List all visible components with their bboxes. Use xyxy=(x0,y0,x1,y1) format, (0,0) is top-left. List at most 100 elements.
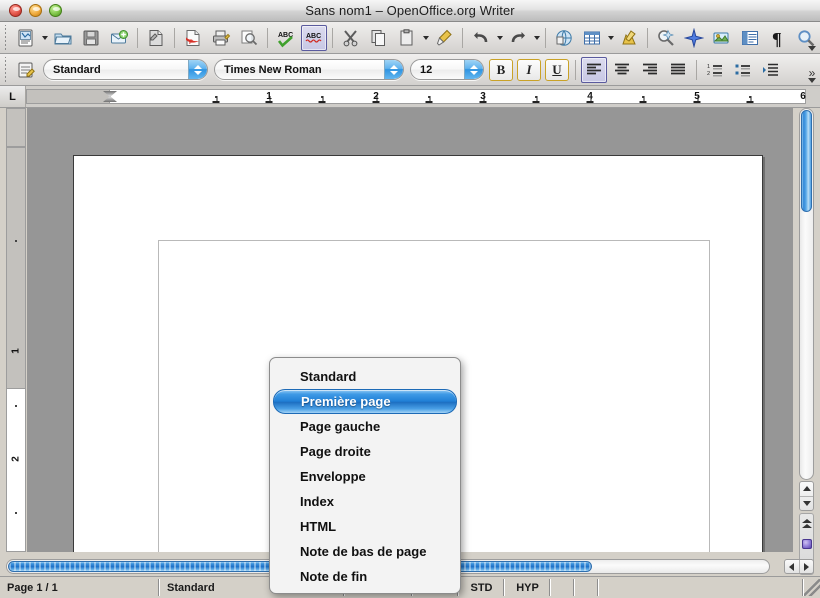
tab-stop-marker[interactable] xyxy=(425,96,433,103)
menu-item-html[interactable]: HTML xyxy=(270,514,460,539)
autospellcheck-icon[interactable]: ABC xyxy=(301,24,327,51)
edit-file-icon[interactable] xyxy=(143,25,169,51)
spellcheck-icon[interactable]: ABC xyxy=(273,25,299,51)
menu-item-note-de-bas-de-page[interactable]: Note de bas de page xyxy=(270,539,460,564)
horizontal-ruler[interactable]: L 1 2 3 4 5 6 xyxy=(0,86,820,108)
scroll-down-button[interactable] xyxy=(800,495,813,511)
paragraph-styles-icon[interactable] xyxy=(13,57,39,83)
export-pdf-icon[interactable]: P xyxy=(180,25,206,51)
status-page-number[interactable]: Page 1 / 1 xyxy=(0,579,160,596)
scroll-left-button[interactable] xyxy=(785,560,799,573)
tab-stop-marker[interactable] xyxy=(639,96,647,103)
navigation-target-icon[interactable] xyxy=(801,538,812,549)
navigator-icon[interactable] xyxy=(681,25,707,51)
formatting-marks-icon[interactable]: ¶ xyxy=(765,25,791,51)
redo-dropdown-caret[interactable] xyxy=(532,25,541,51)
toolbar-drag-handle[interactable] xyxy=(1,24,10,51)
paste-icon[interactable] xyxy=(394,25,420,51)
new-document-icon[interactable] xyxy=(13,25,39,51)
hyperlink-icon[interactable] xyxy=(551,25,577,51)
status-modified-indicator[interactable] xyxy=(551,579,575,596)
tab-stop-marker[interactable] xyxy=(212,96,220,103)
scroll-up-button[interactable] xyxy=(800,482,813,496)
status-selection-mode[interactable]: STD xyxy=(459,579,505,596)
formatting-toolbar-overflow-button[interactable]: » xyxy=(806,57,818,83)
tab-stop-marker[interactable] xyxy=(372,96,380,103)
toolbar-separator xyxy=(545,27,546,48)
svg-text:ABC: ABC xyxy=(306,33,321,40)
print-preview-icon[interactable] xyxy=(236,25,262,51)
tab-stop-selector[interactable]: L xyxy=(0,86,26,107)
show-draw-functions-icon[interactable] xyxy=(616,25,642,51)
font-name-spinner[interactable] xyxy=(384,60,403,79)
align-justify-icon[interactable] xyxy=(665,57,691,83)
tab-stop-marker[interactable] xyxy=(586,96,594,103)
vertical-scrollbar[interactable] xyxy=(799,108,814,480)
svg-text:P: P xyxy=(189,40,193,46)
paragraph-style-spinner[interactable] xyxy=(188,60,207,79)
menu-item-page-gauche[interactable]: Page gauche xyxy=(270,414,460,439)
ordered-list-icon[interactable]: 1 2 xyxy=(702,57,728,83)
vertical-scroll-arrows[interactable] xyxy=(799,481,814,511)
window-resize-grip[interactable] xyxy=(804,579,820,596)
left-margin-zone xyxy=(27,90,110,103)
previous-page-icon[interactable] xyxy=(801,518,812,530)
find-replace-icon[interactable] xyxy=(653,25,679,51)
tab-stop-marker[interactable] xyxy=(746,96,754,103)
data-sources-icon[interactable] xyxy=(737,25,763,51)
paste-dropdown-caret[interactable] xyxy=(421,25,430,51)
copy-icon[interactable] xyxy=(366,25,392,51)
horizontal-scroll-arrows[interactable] xyxy=(784,559,814,574)
status-signature-indicator[interactable] xyxy=(575,579,599,596)
menu-item-note-de-fin[interactable]: Note de fin xyxy=(270,564,460,589)
standard-toolbar-overflow-button[interactable] xyxy=(806,25,818,51)
increase-indent-icon[interactable] xyxy=(758,57,784,83)
undo-dropdown-caret[interactable] xyxy=(495,25,504,51)
table-dropdown-caret[interactable] xyxy=(606,25,615,51)
tab-stop-marker[interactable] xyxy=(693,96,701,103)
cut-icon[interactable] xyxy=(338,25,364,51)
status-hyperlink-mode[interactable]: HYP xyxy=(505,579,551,596)
toolbar-separator xyxy=(332,27,333,48)
save-icon[interactable] xyxy=(78,25,104,51)
align-center-icon[interactable] xyxy=(609,57,635,83)
tab-stop-marker[interactable] xyxy=(318,96,326,103)
paragraph-style-combobox[interactable]: Standard xyxy=(43,59,208,80)
menu-item-enveloppe[interactable]: Enveloppe xyxy=(270,464,460,489)
tab-stop-marker[interactable] xyxy=(479,96,487,103)
open-folder-icon[interactable] xyxy=(50,25,76,51)
menu-item-premiere-page[interactable]: Première page xyxy=(273,389,457,414)
menu-item-index[interactable]: Index xyxy=(270,489,460,514)
email-document-icon[interactable] xyxy=(106,25,132,51)
status-info-area xyxy=(599,579,804,596)
vertical-scrollbar-thumb[interactable] xyxy=(801,110,812,212)
new-document-dropdown-caret[interactable] xyxy=(40,25,49,51)
bold-button[interactable]: B xyxy=(489,58,513,81)
toolbar-separator xyxy=(575,59,576,80)
font-size-combobox[interactable]: 12 xyxy=(410,59,484,80)
menu-item-standard[interactable]: Standard xyxy=(270,364,460,389)
font-size-spinner[interactable] xyxy=(464,60,483,79)
openoffice-writer-window: Sans nom1 – OpenOffice.org Writer P ABC … xyxy=(0,0,820,598)
clone-formatting-icon[interactable] xyxy=(431,25,457,51)
align-right-icon[interactable] xyxy=(637,57,663,83)
tab-stop-marker[interactable] xyxy=(532,96,540,103)
table-icon[interactable] xyxy=(579,25,605,51)
print-icon[interactable] xyxy=(208,25,234,51)
page-style-dropdown-menu[interactable]: Standard Première page Page gauche Page … xyxy=(269,357,461,594)
unordered-list-icon[interactable] xyxy=(730,57,756,83)
italic-button[interactable]: I xyxy=(517,58,541,81)
undo-icon[interactable] xyxy=(468,25,494,51)
redo-icon[interactable] xyxy=(505,25,531,51)
font-name-combobox[interactable]: Times New Roman xyxy=(214,59,404,80)
underline-button[interactable]: U xyxy=(545,58,569,81)
scroll-right-button[interactable] xyxy=(798,560,814,573)
tab-stop-marker[interactable] xyxy=(265,96,273,103)
gallery-icon[interactable] xyxy=(709,25,735,51)
horizontal-ruler-track[interactable]: 1 2 3 4 5 6 xyxy=(26,89,806,104)
vertical-ruler[interactable]: 1 2 xyxy=(6,108,26,552)
menu-item-page-droite[interactable]: Page droite xyxy=(270,439,460,464)
paragraph-indent-marker[interactable] xyxy=(103,90,117,103)
align-left-icon[interactable] xyxy=(581,56,607,83)
formatting-toolbar-drag-handle[interactable] xyxy=(1,56,10,83)
